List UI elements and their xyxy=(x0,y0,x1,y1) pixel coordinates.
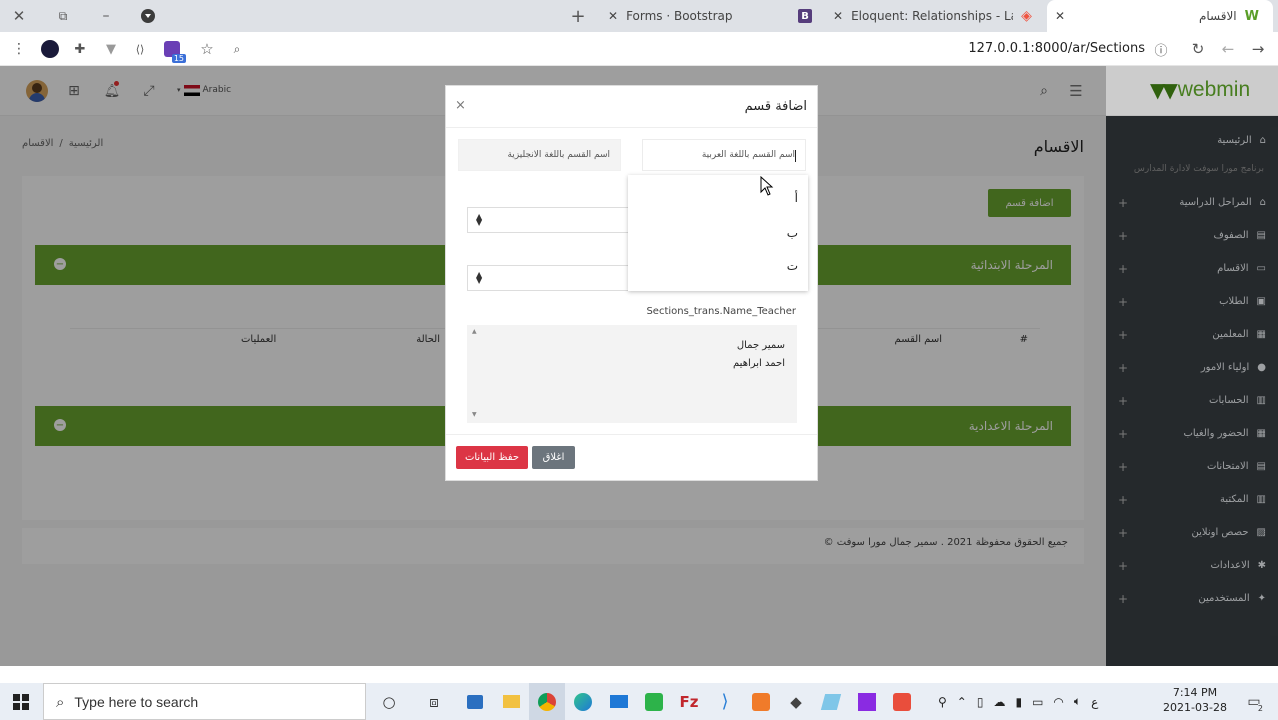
tab-title: الاقسام xyxy=(1198,9,1237,23)
search-icon: ⌕ xyxy=(56,692,65,711)
people-icon[interactable]: ⚲ xyxy=(938,695,947,709)
suggestion-item[interactable]: ت xyxy=(787,259,798,273)
extension-icon[interactable] xyxy=(39,38,61,60)
phpstorm-app-icon[interactable] xyxy=(849,683,885,720)
microphone-icon[interactable]: ▮ xyxy=(1015,695,1022,709)
teachers-multiselect[interactable]: ▲ ▼ سمير جمال احمد ابراهيم xyxy=(467,325,797,423)
section-name-en-input[interactable]: اسم القسم باللغة الانجليزية xyxy=(458,139,621,171)
battery-icon[interactable]: ▭ xyxy=(1032,695,1043,709)
input-language[interactable]: ع xyxy=(1091,695,1098,709)
menu-dots-icon[interactable]: ⋮ xyxy=(10,39,28,59)
screen-recorder-icon[interactable] xyxy=(884,683,920,720)
notification-count: 2 xyxy=(1257,704,1263,713)
windows-taskbar: ⌕ Type here to search ○ ⧈ Fz ⟩ ◆ ⚲ ⌃ ▯ ☁… xyxy=(0,683,1278,720)
edge-app-icon[interactable] xyxy=(565,683,601,720)
address-bar: ⋮ ✚ ▼ ⟨⟩ 15 ☆ ⌕ 127.0.0.1:8000/ar/Sectio… xyxy=(0,32,1278,66)
notepad-app-icon[interactable] xyxy=(813,683,849,720)
filezilla-app-icon[interactable]: Fz xyxy=(671,683,707,720)
text-caret xyxy=(795,150,796,162)
suggestion-item[interactable]: أ xyxy=(795,191,798,205)
add-section-modal: × اضافة قسم اسم القسم باللغة العربية اسم… xyxy=(445,85,818,481)
taskbar-search-placeholder: Type here to search xyxy=(74,693,199,710)
code-icon[interactable]: ⟨⟩ xyxy=(130,39,150,59)
puzzle-icon[interactable]: ✚ xyxy=(70,39,90,59)
laravel-favicon-icon: ◈ xyxy=(1021,8,1032,24)
extension-badge: 15 xyxy=(171,54,186,63)
mail-app-icon[interactable] xyxy=(601,683,637,720)
file-explorer-icon[interactable] xyxy=(493,683,529,720)
forward-icon[interactable]: ← xyxy=(1218,39,1238,59)
close-tab-icon[interactable]: ✕ xyxy=(608,9,618,23)
mouse-cursor-icon xyxy=(760,175,774,199)
teacher-option[interactable]: احمد ابراهيم xyxy=(733,358,785,369)
camtasia-app-icon[interactable] xyxy=(636,683,672,720)
scroll-up-icon[interactable]: ▲ xyxy=(472,328,477,335)
close-tab-icon[interactable]: ✕ xyxy=(1055,9,1065,23)
tab-sections[interactable]: ✕ الاقسام W xyxy=(1047,0,1273,32)
class-select[interactable]: ▲ ▼ xyxy=(467,265,637,291)
minimize-window-icon[interactable]: – xyxy=(95,6,117,26)
bookmark-star-icon[interactable]: ☆ xyxy=(197,39,217,59)
notification-center-icon[interactable]: ▭ 2 xyxy=(1236,683,1272,720)
browser-tab-bar: ✕ ⧉ – + ✕ Forms · Bootstrap B ✕ Eloquent… xyxy=(0,0,1278,32)
site-info-icon[interactable]: ⓘ xyxy=(1151,39,1171,59)
select-arrows-icon: ▲ ▼ xyxy=(476,270,483,285)
modal-close-icon[interactable]: × xyxy=(455,98,466,113)
clock[interactable]: 7:14 PM 2021-03-28 xyxy=(1160,685,1230,715)
vscode-app-icon[interactable]: ⟩ xyxy=(707,683,743,720)
reload-icon[interactable]: ↻ xyxy=(1188,39,1208,59)
close-button[interactable]: اغلاق xyxy=(532,446,575,469)
clock-date: 2021-03-28 xyxy=(1163,701,1227,714)
cortana-icon[interactable]: ○ xyxy=(371,683,407,720)
extension-badge-icon[interactable]: 15 xyxy=(160,37,186,63)
url-field[interactable]: 127.0.0.1:8000/ar/Sections xyxy=(930,41,1145,59)
webmin-favicon-icon: W xyxy=(1244,8,1259,24)
select-arrows-icon: ▲ ▼ xyxy=(476,212,483,227)
grade-select[interactable]: ▲ ▼ xyxy=(467,207,637,233)
tab-search-icon[interactable] xyxy=(138,6,158,26)
bootstrap-favicon-icon: B xyxy=(798,9,812,23)
volume-icon[interactable]: 🔈︎ xyxy=(1074,694,1081,709)
vue-devtools-icon[interactable]: ▼ xyxy=(101,39,121,59)
sidebar-backdrop xyxy=(1106,66,1278,666)
tab-eloquent-relationships[interactable]: ✕ Eloquent: Relationships - Laravel ◈ xyxy=(825,0,1047,32)
cloud-icon[interactable]: ☁ xyxy=(993,695,1005,709)
chevron-up-icon[interactable]: ⌃ xyxy=(957,695,967,709)
close-tab-icon[interactable]: ✕ xyxy=(833,9,843,23)
section-name-ar-input[interactable]: اسم القسم باللغة العربية xyxy=(642,139,806,171)
section-name-ar-value: اسم القسم باللغة العربية xyxy=(701,150,795,160)
autocomplete-dropdown: أ ب ت xyxy=(628,175,808,291)
sublime-app-icon[interactable] xyxy=(743,683,779,720)
new-tab-icon[interactable]: + xyxy=(568,6,588,27)
teacher-option[interactable]: سمير جمال xyxy=(737,340,785,351)
teachers-label: Sections_trans.Name_Teacher xyxy=(646,306,796,317)
wifi-icon[interactable]: ◠ xyxy=(1053,695,1063,709)
git-app-icon[interactable]: ◆ xyxy=(778,683,814,720)
system-tray: ⚲ ⌃ ▯ ☁ ▮ ▭ ◠ 🔈︎ ع xyxy=(938,683,1098,720)
scroll-down-icon[interactable]: ▼ xyxy=(472,411,477,418)
chrome-app-icon[interactable] xyxy=(529,683,565,720)
task-view-icon[interactable]: ⧈ xyxy=(416,683,452,720)
section-name-en-placeholder: اسم القسم باللغة الانجليزية xyxy=(507,150,610,160)
save-button[interactable]: حفظ البيانات xyxy=(456,446,528,469)
network-drive-icon[interactable]: ▯ xyxy=(977,695,984,709)
tab-title: Forms · Bootstrap xyxy=(626,9,733,23)
taskbar-search-box[interactable]: ⌕ Type here to search xyxy=(43,683,366,720)
zoom-icon[interactable]: ⌕ xyxy=(227,39,247,59)
restore-window-icon[interactable]: ⧉ xyxy=(52,6,74,26)
modal-title: اضافة قسم xyxy=(744,99,807,114)
windows-start-icon[interactable] xyxy=(3,683,39,720)
clock-time: 7:14 PM xyxy=(1172,686,1218,699)
tab-title: Eloquent: Relationships - Laravel xyxy=(851,9,1013,23)
tab-forms-bootstrap[interactable]: ✕ Forms · Bootstrap B xyxy=(600,0,820,32)
store-app-icon[interactable] xyxy=(457,683,493,720)
close-window-icon[interactable]: ✕ xyxy=(8,6,30,26)
back-icon[interactable]: → xyxy=(1248,39,1268,59)
suggestion-item[interactable]: ب xyxy=(787,226,798,240)
